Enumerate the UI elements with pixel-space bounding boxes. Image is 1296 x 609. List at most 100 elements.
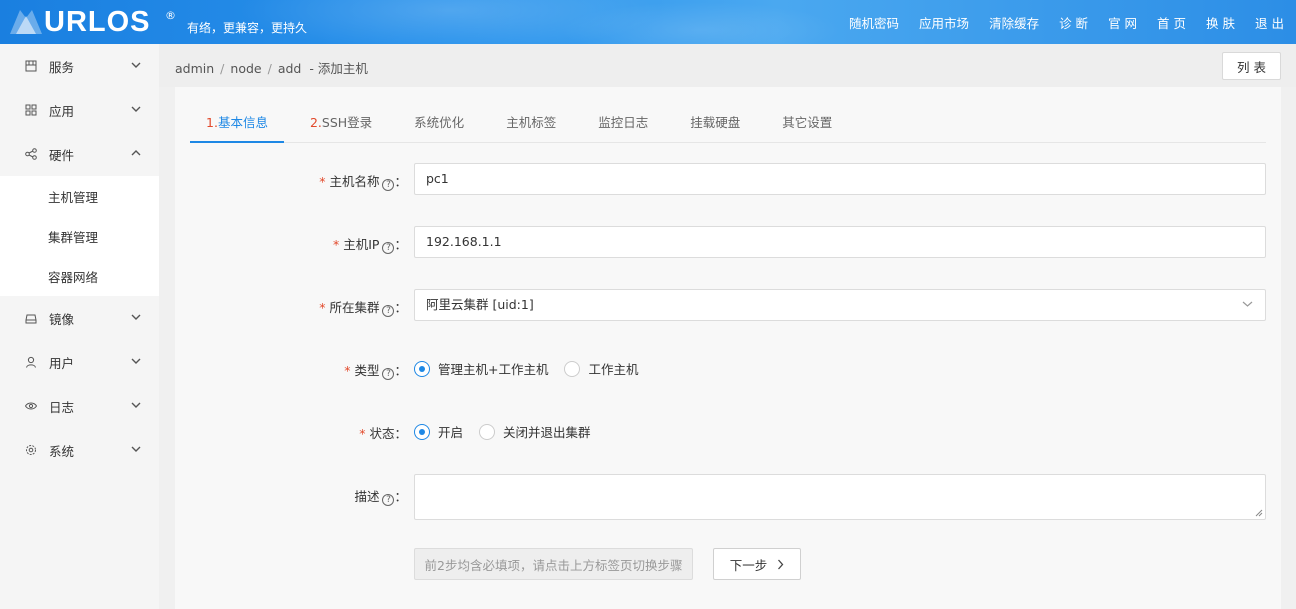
chevron-down-icon <box>131 358 141 364</box>
required-mark: * <box>333 237 340 252</box>
host-ip-label: * 主机IP?： <box>175 234 407 254</box>
status-radio-on[interactable]: 开启 <box>414 422 463 441</box>
chevron-down-icon <box>131 62 141 68</box>
breadcrumb-add: add <box>277 61 302 76</box>
nav-logout[interactable]: 退 出 <box>1255 13 1284 32</box>
description-label-text: 描述 <box>354 489 380 504</box>
chevron-down-icon <box>131 106 141 112</box>
chevron-down-icon <box>1242 301 1253 307</box>
sidebar-item-label: 系统 <box>49 443 75 459</box>
tab-system-optimize[interactable]: 系统优化 <box>398 104 480 143</box>
radio-label: 工作主机 <box>588 362 639 377</box>
sidebar-subitem-container-network[interactable]: 容器网络 <box>0 256 159 296</box>
next-step-button[interactable]: 下一步 <box>713 548 801 580</box>
sidebar-item-system[interactable]: 系统 <box>0 428 159 472</box>
radio-unchecked-icon <box>564 360 581 377</box>
tab-label: SSH登录 <box>321 115 373 130</box>
breadcrumb-separator: / <box>220 61 225 76</box>
chevron-down-icon <box>131 314 141 320</box>
type-radio-worker[interactable]: 工作主机 <box>564 359 639 378</box>
next-step-label: 下一步 <box>729 557 768 573</box>
status-radio-group: 开启 关闭并退出集群 <box>414 422 607 441</box>
nav-clear-cache[interactable]: 清除缓存 <box>989 13 1039 32</box>
nav-random-password[interactable]: 随机密码 <box>849 13 899 32</box>
breadcrumb-separator: / <box>267 61 272 76</box>
radio-label: 管理主机+工作主机 <box>438 362 549 377</box>
page-title: 添加主机 <box>317 61 368 76</box>
status-radio-off[interactable]: 关闭并退出集群 <box>479 422 591 441</box>
help-icon[interactable]: ? <box>382 179 395 191</box>
nav-official-site[interactable]: 官 网 <box>1108 13 1137 32</box>
host-ip-label-text: 主机IP <box>343 237 380 252</box>
host-name-input[interactable]: pc1 <box>414 163 1266 195</box>
tab-ssh-login[interactable]: 2.SSH登录 <box>294 104 388 143</box>
registered-mark: ® <box>165 9 176 22</box>
main-panel: 1.基本信息 2.SSH登录 系统优化 主机标签 监控日志 挂载硬盘 其它设置 … <box>175 87 1281 609</box>
label-colon: ： <box>394 174 407 189</box>
tab-basic-info[interactable]: 1.基本信息 <box>190 104 284 143</box>
nav-skin[interactable]: 换 肤 <box>1206 13 1235 32</box>
breadcrumb: admin / node / add - 添加主机 <box>175 58 368 77</box>
nav-app-market[interactable]: 应用市场 <box>919 13 969 32</box>
host-ip-input[interactable]: 192.168.1.1 <box>414 226 1266 258</box>
top-nav: 随机密码 应用市场 清除缓存 诊 断 官 网 首 页 换 肤 退 出 <box>829 0 1284 44</box>
help-icon[interactable]: ? <box>382 494 395 506</box>
breadcrumb-admin[interactable]: admin <box>175 61 214 76</box>
host-name-label: * 主机名称?： <box>175 171 407 191</box>
nav-home[interactable]: 首 页 <box>1157 13 1186 32</box>
tab-other-settings[interactable]: 其它设置 <box>766 104 848 143</box>
sidebar-item-label: 日志 <box>49 399 75 415</box>
type-radio-group: 管理主机+工作主机 工作主机 <box>414 359 655 378</box>
hint-button: 前2步均含必填项，请点击上方标签页切换步骤 <box>414 548 693 580</box>
cluster-select[interactable]: 阿里云集群 [uid:1] <box>414 289 1266 321</box>
sidebar-item-label: 硬件 <box>49 147 75 163</box>
resize-grip-icon[interactable] <box>1255 509 1263 517</box>
description-textarea[interactable] <box>414 474 1266 520</box>
sidebar-subitem-host-management[interactable]: 主机管理 <box>0 176 159 216</box>
breadcrumb-node[interactable]: node <box>230 61 261 76</box>
tab-number: 2. <box>309 115 322 130</box>
user-icon <box>25 356 37 368</box>
required-mark: * <box>359 426 366 441</box>
tab-host-tags[interactable]: 主机标签 <box>490 104 572 143</box>
label-colon: ： <box>394 300 407 315</box>
logo-icon <box>10 10 42 34</box>
sidebar-item-hardware[interactable]: 硬件 <box>0 132 159 176</box>
status-label: * 状态： <box>175 423 407 442</box>
tab-mount-disk[interactable]: 挂载硬盘 <box>674 104 756 143</box>
sidebar-item-logs[interactable]: 日志 <box>0 384 159 428</box>
apps-icon <box>25 104 37 116</box>
radio-checked-icon <box>414 423 430 440</box>
list-button[interactable]: 列 表 <box>1222 52 1281 80</box>
required-mark: * <box>344 363 351 378</box>
type-radio-manager-worker[interactable]: 管理主机+工作主机 <box>414 359 548 378</box>
sidebar-subitem-cluster-management[interactable]: 集群管理 <box>0 216 159 256</box>
status-label-text: 状态 <box>369 426 395 441</box>
sidebar-item-image[interactable]: 镜像 <box>0 296 159 340</box>
disk-icon <box>25 312 37 324</box>
host-name-label-text: 主机名称 <box>329 174 380 189</box>
help-icon[interactable]: ? <box>382 305 395 317</box>
cluster-label: * 所在集群?： <box>175 297 407 317</box>
nav-diagnose[interactable]: 诊 断 <box>1059 13 1088 32</box>
sidebar-item-apps[interactable]: 应用 <box>0 88 159 132</box>
chevron-down-icon <box>131 446 141 452</box>
tab-number: 1. <box>206 115 218 130</box>
sidebar-item-users[interactable]: 用户 <box>0 340 159 384</box>
help-icon[interactable]: ? <box>382 368 395 380</box>
radio-label: 关闭并退出集群 <box>503 425 591 440</box>
radio-label: 开启 <box>438 425 464 440</box>
cluster-select-value: 阿里云集群 [uid:1] <box>426 297 534 312</box>
chevron-right-icon <box>778 559 784 569</box>
help-icon[interactable]: ? <box>382 242 395 254</box>
radio-checked-icon <box>414 360 430 377</box>
type-label-text: 类型 <box>354 363 380 378</box>
hardware-submenu: 主机管理 集群管理 容器网络 <box>0 176 159 296</box>
label-colon: ： <box>394 237 407 252</box>
tab-monitor-logs[interactable]: 监控日志 <box>582 104 664 143</box>
sidebar-item-label: 应用 <box>49 103 75 119</box>
radio-unchecked-icon <box>479 423 496 440</box>
chevron-up-icon <box>131 150 141 156</box>
sidebar-item-service[interactable]: 服务 <box>0 44 159 88</box>
slogan: 有络，更兼容，更持久 <box>187 21 308 35</box>
